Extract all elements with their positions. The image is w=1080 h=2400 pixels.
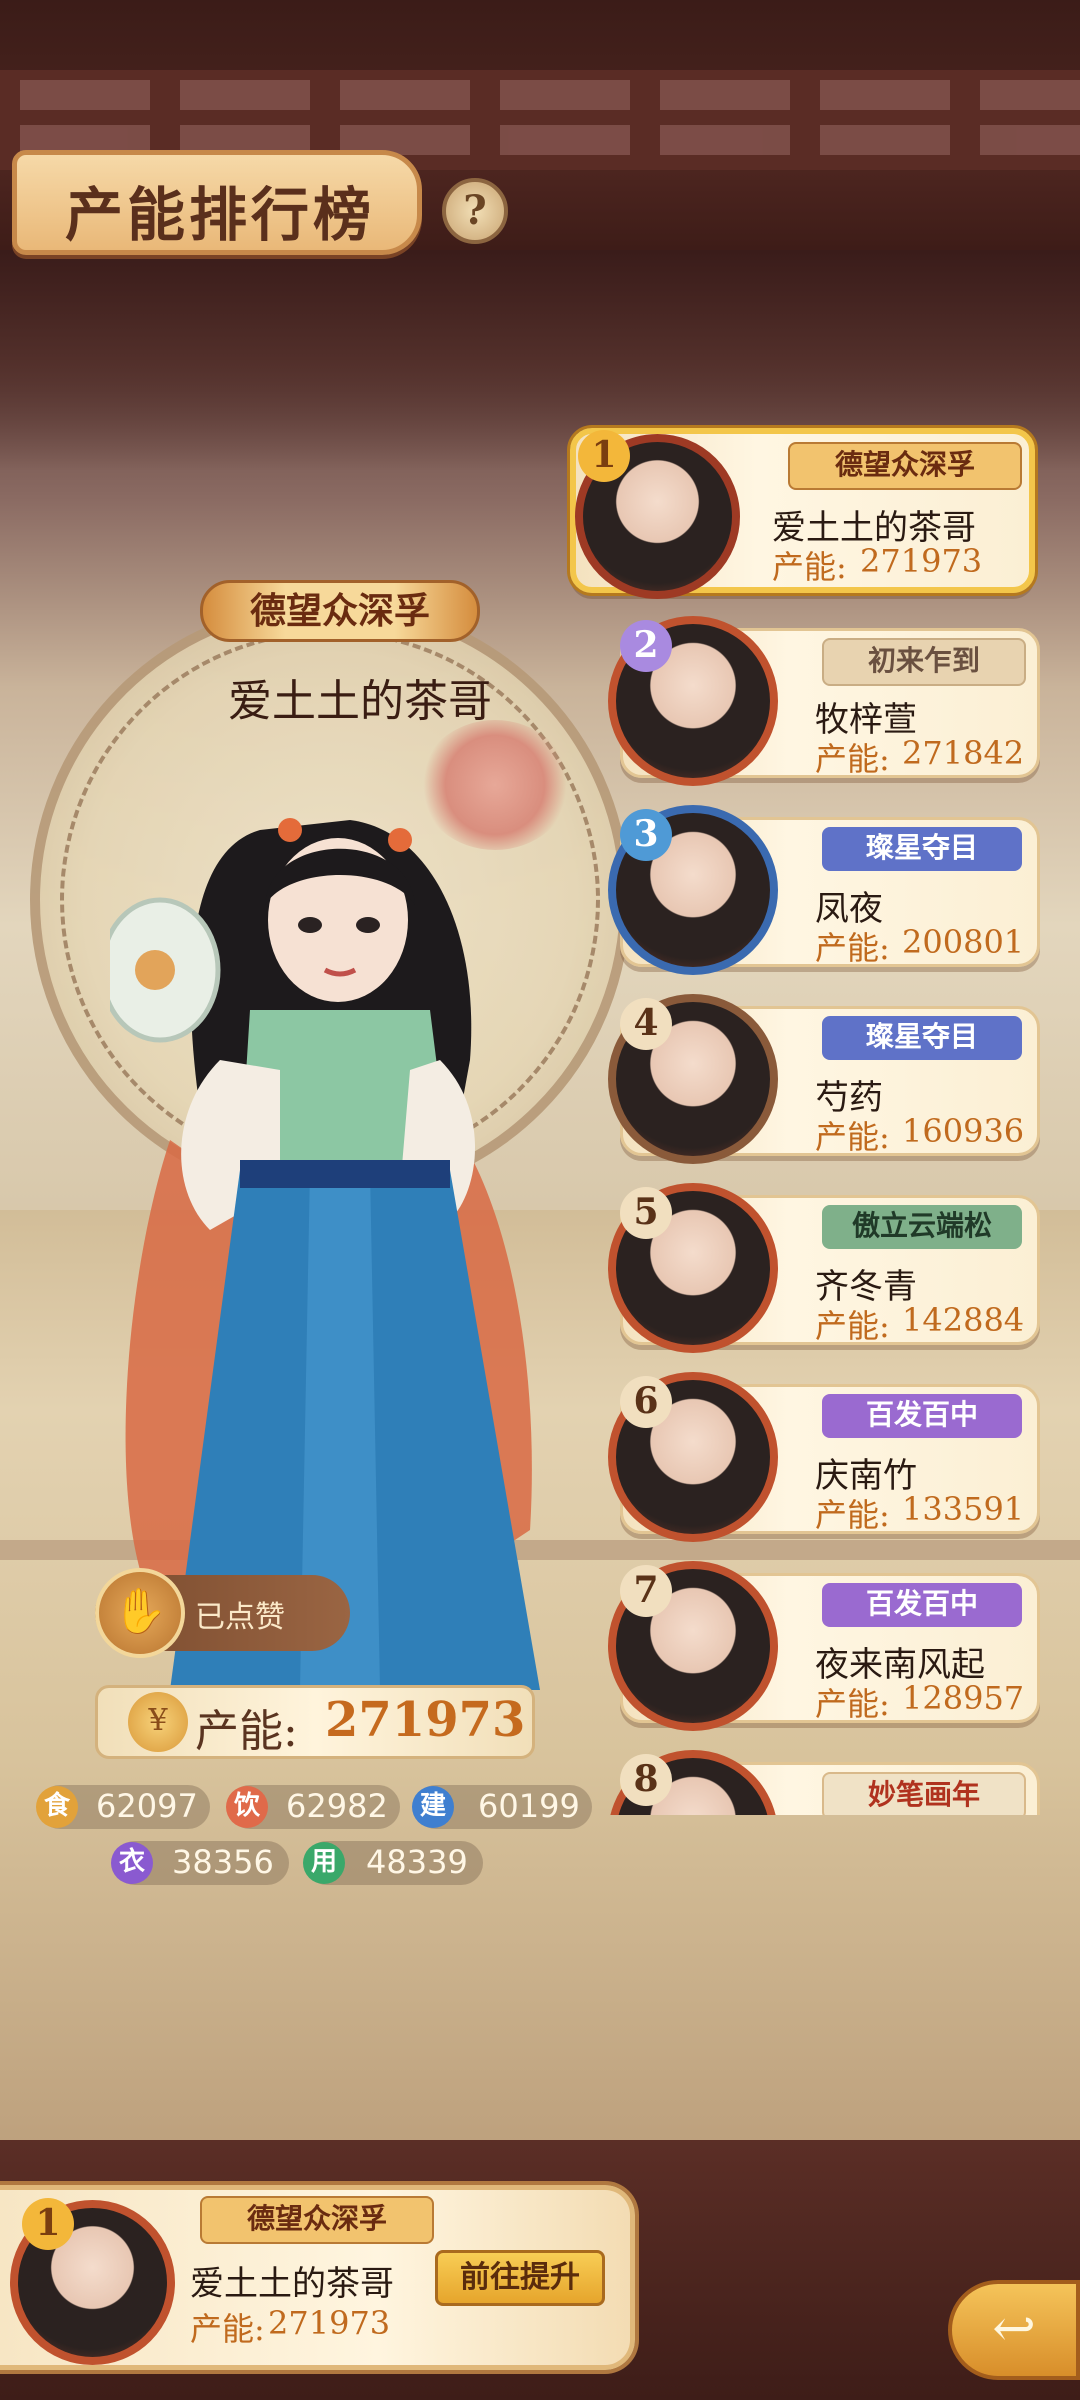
money-bag-icon: ¥ [128, 1692, 188, 1752]
player-title-badge: 德望众深孚 [200, 580, 480, 642]
self-rank-number: 1 [22, 2198, 74, 2250]
rank-number: 7 [620, 1565, 672, 1617]
rank-score-label: 产能: [815, 1307, 890, 1345]
self-score-label: 产能: [190, 2310, 265, 2348]
rank-title-badge: 妙笔画年 [822, 1772, 1026, 1815]
help-button[interactable]: ? [442, 178, 508, 244]
rank-score-value: 271973 [860, 542, 983, 580]
rank-score-value: 271842 [902, 734, 1025, 772]
like-label: 已点赞 [195, 1600, 285, 1635]
food-icon: 食 [36, 1786, 78, 1828]
rank-score-label: 产能: [815, 929, 890, 967]
stat-food-value: 62097 [96, 1787, 198, 1825]
rank-score-label: 产能: [815, 1496, 890, 1534]
page-title: 产能排行榜 [64, 181, 375, 249]
rank-score-label: 产能: [815, 1118, 890, 1156]
rank-score-value: 160936 [902, 1112, 1025, 1150]
self-title-badge: 德望众深孚 [200, 2196, 434, 2244]
rank-score-label: 产能: [815, 740, 890, 778]
self-name: 爱土土的茶哥 [190, 2264, 394, 2304]
rank-number: 3 [620, 809, 672, 861]
clothing-icon: 衣 [111, 1842, 153, 1884]
rank-title-badge: 百发百中 [822, 1394, 1022, 1438]
capacity-label: 产能: [195, 1706, 298, 1757]
rank-number: 8 [620, 1754, 672, 1806]
stat-drink-value: 62982 [286, 1787, 388, 1825]
rank-title-badge: 初来乍到 [822, 638, 1026, 686]
self-score-value: 271973 [268, 2304, 391, 2342]
capacity-value: 271973 [325, 1692, 526, 1748]
rank-title-badge: 璨星夺目 [822, 1016, 1022, 1060]
stat-clothing-value: 38356 [172, 1843, 274, 1881]
goto-improve-button[interactable]: 前往提升 [435, 2250, 605, 2306]
rank-number: 5 [620, 1187, 672, 1239]
rank-title-badge: 百发百中 [822, 1583, 1022, 1627]
goods-icon: 用 [303, 1842, 345, 1884]
rank-number: 2 [620, 620, 672, 672]
rank-score-label: 产能: [815, 1685, 890, 1723]
thumbs-up-icon[interactable]: ✋ [95, 1568, 185, 1658]
rank-title-badge: 傲立云端松 [822, 1205, 1022, 1249]
back-arrow-icon: ↩ [992, 2299, 1036, 2359]
rank-number: 6 [620, 1376, 672, 1428]
rank-number: 1 [578, 430, 630, 482]
rank-number: 4 [620, 998, 672, 1050]
rank-score-value: 128957 [902, 1679, 1025, 1717]
build-icon: 建 [412, 1786, 454, 1828]
rank-title-badge: 德望众深孚 [788, 442, 1022, 490]
stat-goods-value: 48339 [366, 1843, 468, 1881]
rank-score-value: 133591 [902, 1490, 1025, 1528]
rank-score-value: 142884 [902, 1301, 1025, 1339]
player-name: 爱土土的茶哥 [228, 676, 492, 727]
rank-score-label: 产能: [772, 548, 847, 586]
rank-title-badge: 璨星夺目 [822, 827, 1022, 871]
rank-score-value: 200801 [902, 923, 1025, 961]
ranking-list[interactable]: 1 德望众深孚 爱土土的茶哥 产能: 271973 2 初来乍到 牧梓萱 产能:… [560, 420, 1080, 1815]
back-button[interactable]: ↩ [948, 2280, 1080, 2380]
drink-icon: 饮 [226, 1786, 268, 1828]
